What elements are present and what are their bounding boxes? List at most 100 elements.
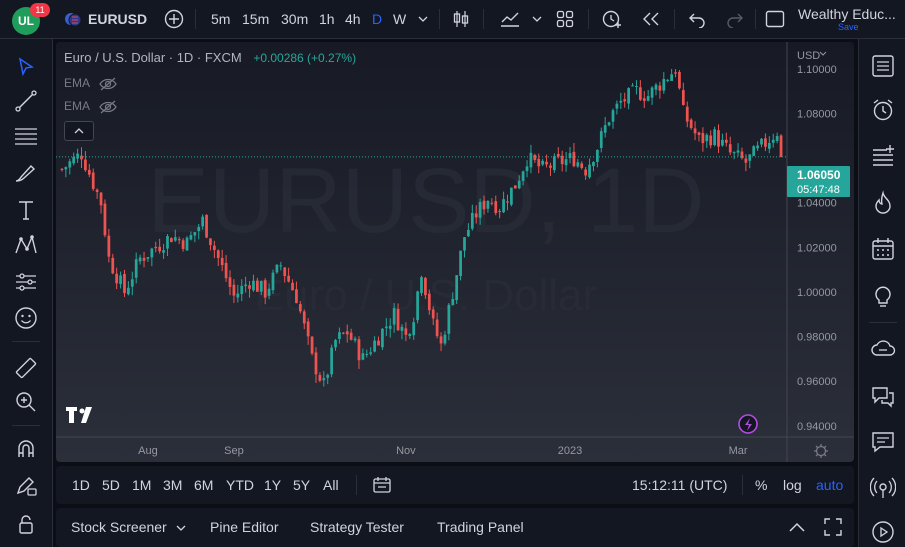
range-1y[interactable]: 1Y: [264, 466, 281, 504]
chevron-up-icon[interactable]: [788, 521, 806, 533]
chevron-down-icon[interactable]: [418, 15, 428, 23]
candle-body: [470, 212, 474, 229]
interval-5m[interactable]: 5m: [211, 0, 230, 38]
maximize-icon[interactable]: [824, 518, 842, 536]
separator: [588, 9, 589, 29]
interval-30m[interactable]: 30m: [281, 0, 308, 38]
candle-body: [549, 165, 552, 168]
symbol-title[interactable]: Euro / U.S. Dollar · 1D · FXCM: [64, 50, 242, 65]
interval-w[interactable]: W: [393, 0, 406, 38]
range-ytd[interactable]: YTD: [226, 466, 254, 504]
magnet-icon[interactable]: [13, 437, 39, 463]
range-6m[interactable]: 6M: [194, 466, 213, 504]
price-scale[interactable]: 1.10000 1.08000 1.04000 1.02000 1.00000 0.980…: [797, 64, 837, 433]
separator: [674, 9, 675, 29]
time-tick-label: Sep: [224, 445, 244, 457]
candle-body: [678, 71, 681, 89]
candle-body: [209, 238, 212, 246]
fullscreen-layout-icon[interactable]: [765, 10, 785, 28]
range-3m[interactable]: 3M: [163, 466, 182, 504]
pattern-icon[interactable]: [13, 232, 39, 258]
fib-retracement-icon[interactable]: [13, 123, 39, 149]
streams-cloud-icon[interactable]: [870, 336, 896, 362]
candle-body: [396, 308, 400, 331]
tab-stock-screener[interactable]: Stock Screener: [71, 508, 167, 547]
save-button[interactable]: Save: [838, 22, 859, 32]
alarm-clock-icon[interactable]: [870, 97, 896, 123]
text-icon[interactable]: [13, 197, 39, 223]
price-tick-label: 0.94000: [797, 421, 837, 433]
eye-hidden-icon[interactable]: [98, 100, 117, 114]
add-symbol-icon[interactable]: [164, 9, 184, 29]
collapse-legend-button[interactable]: [64, 121, 94, 141]
candle-body: [490, 202, 494, 204]
candle-body: [685, 106, 689, 122]
chart-pane[interactable]: EURUSD, 1D Euro / U.S. Dollar 1.10000 1.0…: [56, 42, 854, 462]
candle-body: [627, 88, 630, 104]
candle-body: [431, 309, 435, 319]
messages-icon[interactable]: [870, 429, 896, 455]
range-all[interactable]: All: [323, 466, 339, 504]
auto-toggle[interactable]: auto: [816, 466, 843, 504]
replay-icon[interactable]: [641, 11, 661, 27]
hotlist-fire-icon[interactable]: [870, 190, 896, 216]
range-1d[interactable]: 1D: [72, 466, 90, 504]
eye-hidden-icon[interactable]: [98, 77, 117, 91]
candle-body: [295, 289, 298, 304]
templates-grid-icon[interactable]: [556, 10, 574, 28]
data-window-icon[interactable]: [870, 143, 896, 169]
range-1m[interactable]: 1M: [132, 466, 151, 504]
calendar-icon[interactable]: [870, 236, 896, 262]
candle-body: [377, 340, 380, 346]
clock-time[interactable]: 15:12:11 (UTC): [632, 466, 727, 504]
lock-icon[interactable]: [13, 511, 39, 537]
interval-15m[interactable]: 15m: [242, 0, 269, 38]
indicator-ema-1[interactable]: EMA: [64, 76, 117, 91]
interval-1h[interactable]: 1h: [319, 0, 335, 38]
candle-body: [408, 334, 412, 337]
price-chart[interactable]: EURUSD, 1D Euro / U.S. Dollar 1.100001.0…: [56, 42, 854, 462]
candle-body: [381, 328, 384, 348]
chevron-down-icon[interactable]: [176, 524, 186, 532]
ideas-lightbulb-icon[interactable]: [870, 283, 896, 309]
time-scale[interactable]: Aug Sep Nov 2023 Mar: [138, 445, 748, 457]
chevron-down-icon[interactable]: [532, 15, 542, 23]
watchlist-icon[interactable]: [870, 53, 896, 79]
candle-body: [701, 132, 705, 144]
flash-icon[interactable]: [738, 414, 758, 434]
account-name[interactable]: Wealthy Educ...: [798, 6, 896, 22]
alert-clock-icon[interactable]: [601, 8, 623, 30]
interval-4h[interactable]: 4h: [345, 0, 361, 38]
candle-body: [68, 161, 72, 168]
zoom-in-icon[interactable]: [13, 389, 39, 415]
tab-strategy-tester[interactable]: Strategy Tester: [310, 508, 404, 547]
prediction-icon[interactable]: [13, 269, 39, 295]
emoji-icon[interactable]: [13, 305, 39, 331]
tab-pine-editor[interactable]: Pine Editor: [210, 508, 278, 547]
indicator-ema-2[interactable]: EMA: [64, 99, 117, 114]
chevron-down-icon[interactable]: [819, 51, 827, 56]
ruler-icon[interactable]: [13, 355, 39, 381]
log-toggle[interactable]: log: [783, 466, 802, 504]
range-5d[interactable]: 5D: [102, 466, 120, 504]
trend-line-icon[interactable]: [13, 88, 39, 114]
candles-chart-type-icon[interactable]: [451, 9, 471, 29]
range-toolbar: 1D 5D 1M 3M 6M YTD 1Y 5Y All 15:12:11 (U…: [56, 466, 854, 504]
broadcast-icon[interactable]: [870, 475, 896, 501]
chat-bubbles-icon[interactable]: [870, 384, 896, 410]
redo-icon[interactable]: [726, 10, 744, 28]
settings-gear-icon[interactable]: [814, 444, 828, 458]
indicators-icon[interactable]: [499, 9, 521, 29]
undo-icon[interactable]: [688, 10, 706, 28]
currency-label[interactable]: USD: [797, 50, 820, 62]
interval-d[interactable]: D: [372, 0, 382, 38]
date-range-icon[interactable]: [372, 476, 392, 494]
cursor-icon[interactable]: [13, 54, 39, 80]
candle-body: [334, 340, 337, 348]
play-help-icon[interactable]: [870, 519, 896, 545]
tab-trading-panel[interactable]: Trading Panel: [437, 508, 524, 547]
brush-icon[interactable]: [13, 160, 39, 186]
percent-toggle[interactable]: %: [755, 466, 767, 504]
range-5y[interactable]: 5Y: [293, 466, 310, 504]
lock-drawing-pencil-icon[interactable]: [13, 473, 39, 499]
